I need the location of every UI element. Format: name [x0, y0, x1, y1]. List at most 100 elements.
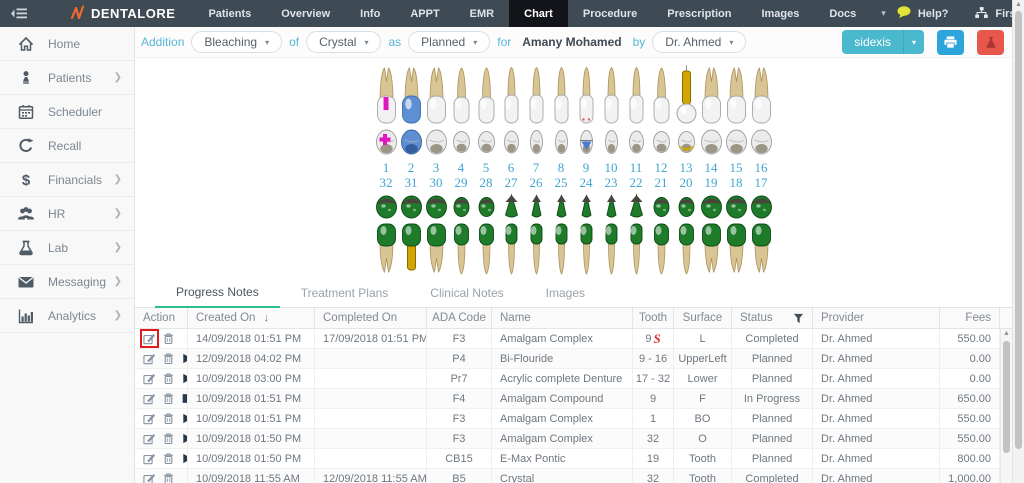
tooth-20-occlusal-view[interactable] — [674, 190, 699, 222]
tooth-number-1[interactable]: 1 — [374, 160, 399, 175]
nav-item-procedure[interactable]: Procedure — [568, 0, 652, 27]
delete-action-button[interactable] — [162, 412, 175, 425]
tooth-11-occlusal-view[interactable] — [624, 126, 649, 160]
nav-item-images[interactable]: Images — [746, 0, 814, 27]
tooth-32-side-view[interactable] — [374, 222, 399, 276]
play-action-button[interactable] — [181, 452, 188, 465]
tooth-number-32[interactable]: 32 — [374, 175, 399, 190]
tooth-32-occlusal-view[interactable] — [374, 190, 399, 222]
procedure-dropdown[interactable]: Bleaching▾ — [191, 31, 282, 53]
edit-action-button[interactable] — [143, 472, 156, 483]
tooth-3-occlusal-view[interactable] — [424, 126, 449, 160]
sidebar-item-lab[interactable]: Lab❯ — [0, 231, 134, 265]
edit-action-button[interactable] — [143, 452, 156, 465]
tooth-7-side-view[interactable] — [524, 64, 549, 126]
tooth-number-22[interactable]: 22 — [624, 175, 649, 190]
column-header-name[interactable]: Name — [492, 308, 633, 328]
tab-clinical-notes[interactable]: Clinical Notes — [409, 286, 524, 307]
tooth-number-15[interactable]: 15 — [724, 160, 749, 175]
tooth-2-side-view[interactable] — [399, 64, 424, 126]
lab-alert-button[interactable] — [977, 30, 1004, 55]
edit-action-button[interactable] — [143, 332, 156, 345]
tooth-22-side-view[interactable] — [624, 222, 649, 276]
tooth-number-18[interactable]: 18 — [724, 175, 749, 190]
print-button[interactable] — [937, 30, 964, 55]
tooth-3-side-view[interactable] — [424, 64, 449, 126]
column-header-completed-on[interactable]: Completed On — [315, 308, 427, 328]
tooth-31-occlusal-view[interactable] — [399, 190, 424, 222]
tooth-21-side-view[interactable] — [649, 222, 674, 276]
sidebar-item-hr[interactable]: HR❯ — [0, 197, 134, 231]
tooth-number-27[interactable]: 27 — [499, 175, 524, 190]
column-header-surface[interactable]: Surface — [674, 308, 732, 328]
delete-action-button[interactable] — [162, 432, 175, 445]
tooth-number-26[interactable]: 26 — [524, 175, 549, 190]
tooth-5-side-view[interactable] — [474, 64, 499, 126]
tooth-number-12[interactable]: 12 — [649, 160, 674, 175]
tooth-24-side-view[interactable] — [574, 222, 599, 276]
tooth-number-23[interactable]: 23 — [599, 175, 624, 190]
column-header-created-on[interactable]: Created On↓ — [188, 308, 315, 328]
tooth-number-28[interactable]: 28 — [474, 175, 499, 190]
tooth-number-7[interactable]: 7 — [524, 160, 549, 175]
tooth-29-side-view[interactable] — [449, 222, 474, 276]
tooth-13-occlusal-view[interactable] — [674, 126, 699, 160]
nav-more-chevron-icon[interactable]: ▾ — [871, 0, 896, 27]
play-action-button[interactable] — [181, 432, 188, 445]
nav-item-emr[interactable]: EMR — [455, 0, 509, 27]
delete-action-button[interactable] — [162, 372, 175, 385]
tooth-number-19[interactable]: 19 — [699, 175, 724, 190]
tooth-number-6[interactable]: 6 — [499, 160, 524, 175]
tooth-number-29[interactable]: 29 — [449, 175, 474, 190]
edit-action-button[interactable] — [143, 392, 156, 405]
provider-dropdown[interactable]: Dr. Ahmed▾ — [652, 31, 746, 53]
material-dropdown[interactable]: Crystal▾ — [306, 31, 381, 53]
sidebar-item-scheduler[interactable]: Scheduler — [0, 95, 134, 129]
stop-action-button[interactable] — [181, 392, 188, 405]
tooth-10-occlusal-view[interactable] — [599, 126, 624, 160]
tooth-number-4[interactable]: 4 — [449, 160, 474, 175]
tooth-15-occlusal-view[interactable] — [724, 126, 749, 160]
tooth-number-2[interactable]: 2 — [399, 160, 424, 175]
play-action-button[interactable] — [181, 412, 188, 425]
tooth-13-side-view[interactable] — [674, 64, 699, 126]
tooth-17-occlusal-view[interactable] — [749, 190, 774, 222]
tooth-number-20[interactable]: 20 — [674, 175, 699, 190]
tooth-number-24[interactable]: 24 — [574, 175, 599, 190]
tooth-18-occlusal-view[interactable] — [724, 190, 749, 222]
tooth-4-side-view[interactable] — [449, 64, 474, 126]
tooth-26-side-view[interactable] — [524, 222, 549, 276]
tooth-27-occlusal-view[interactable] — [499, 190, 524, 222]
tooth-1-side-view[interactable] — [374, 64, 399, 126]
page-scrollbar[interactable]: ▲ — [1012, 0, 1024, 483]
delete-action-button[interactable] — [162, 452, 175, 465]
tooth-25-side-view[interactable] — [549, 222, 574, 276]
tooth-31-side-view[interactable] — [399, 222, 424, 276]
tooth-number-10[interactable]: 10 — [599, 160, 624, 175]
sidebar-item-recall[interactable]: Recall — [0, 129, 134, 163]
tooth-number-9[interactable]: 9 — [574, 160, 599, 175]
tooth-12-side-view[interactable] — [649, 64, 674, 126]
tooth-26-occlusal-view[interactable] — [524, 190, 549, 222]
edit-action-button[interactable] — [143, 352, 156, 365]
tooth-14-occlusal-view[interactable] — [699, 126, 724, 160]
collapse-sidebar-icon[interactable] — [0, 0, 42, 27]
brand-logo[interactable]: DENTALORE — [42, 0, 193, 27]
tooth-18-side-view[interactable] — [724, 222, 749, 276]
tooth-9-side-view[interactable] — [574, 64, 599, 126]
tooth-19-side-view[interactable] — [699, 222, 724, 276]
tooth-24-occlusal-view[interactable] — [574, 190, 599, 222]
tooth-23-occlusal-view[interactable] — [599, 190, 624, 222]
tooth-30-occlusal-view[interactable] — [424, 190, 449, 222]
status-dropdown[interactable]: Planned▾ — [408, 31, 490, 53]
tooth-number-31[interactable]: 31 — [399, 175, 424, 190]
tooth-number-25[interactable]: 25 — [549, 175, 574, 190]
tooth-20-side-view[interactable] — [674, 222, 699, 276]
tooth-22-occlusal-view[interactable] — [624, 190, 649, 222]
tooth-21-occlusal-view[interactable] — [649, 190, 674, 222]
sidebar-item-messaging[interactable]: Messaging❯ — [0, 265, 134, 299]
sidebar-item-patients[interactable]: Patients❯ — [0, 61, 134, 95]
tooth-19-occlusal-view[interactable] — [699, 190, 724, 222]
tooth-16-side-view[interactable] — [749, 64, 774, 126]
tooth-number-3[interactable]: 3 — [424, 160, 449, 175]
